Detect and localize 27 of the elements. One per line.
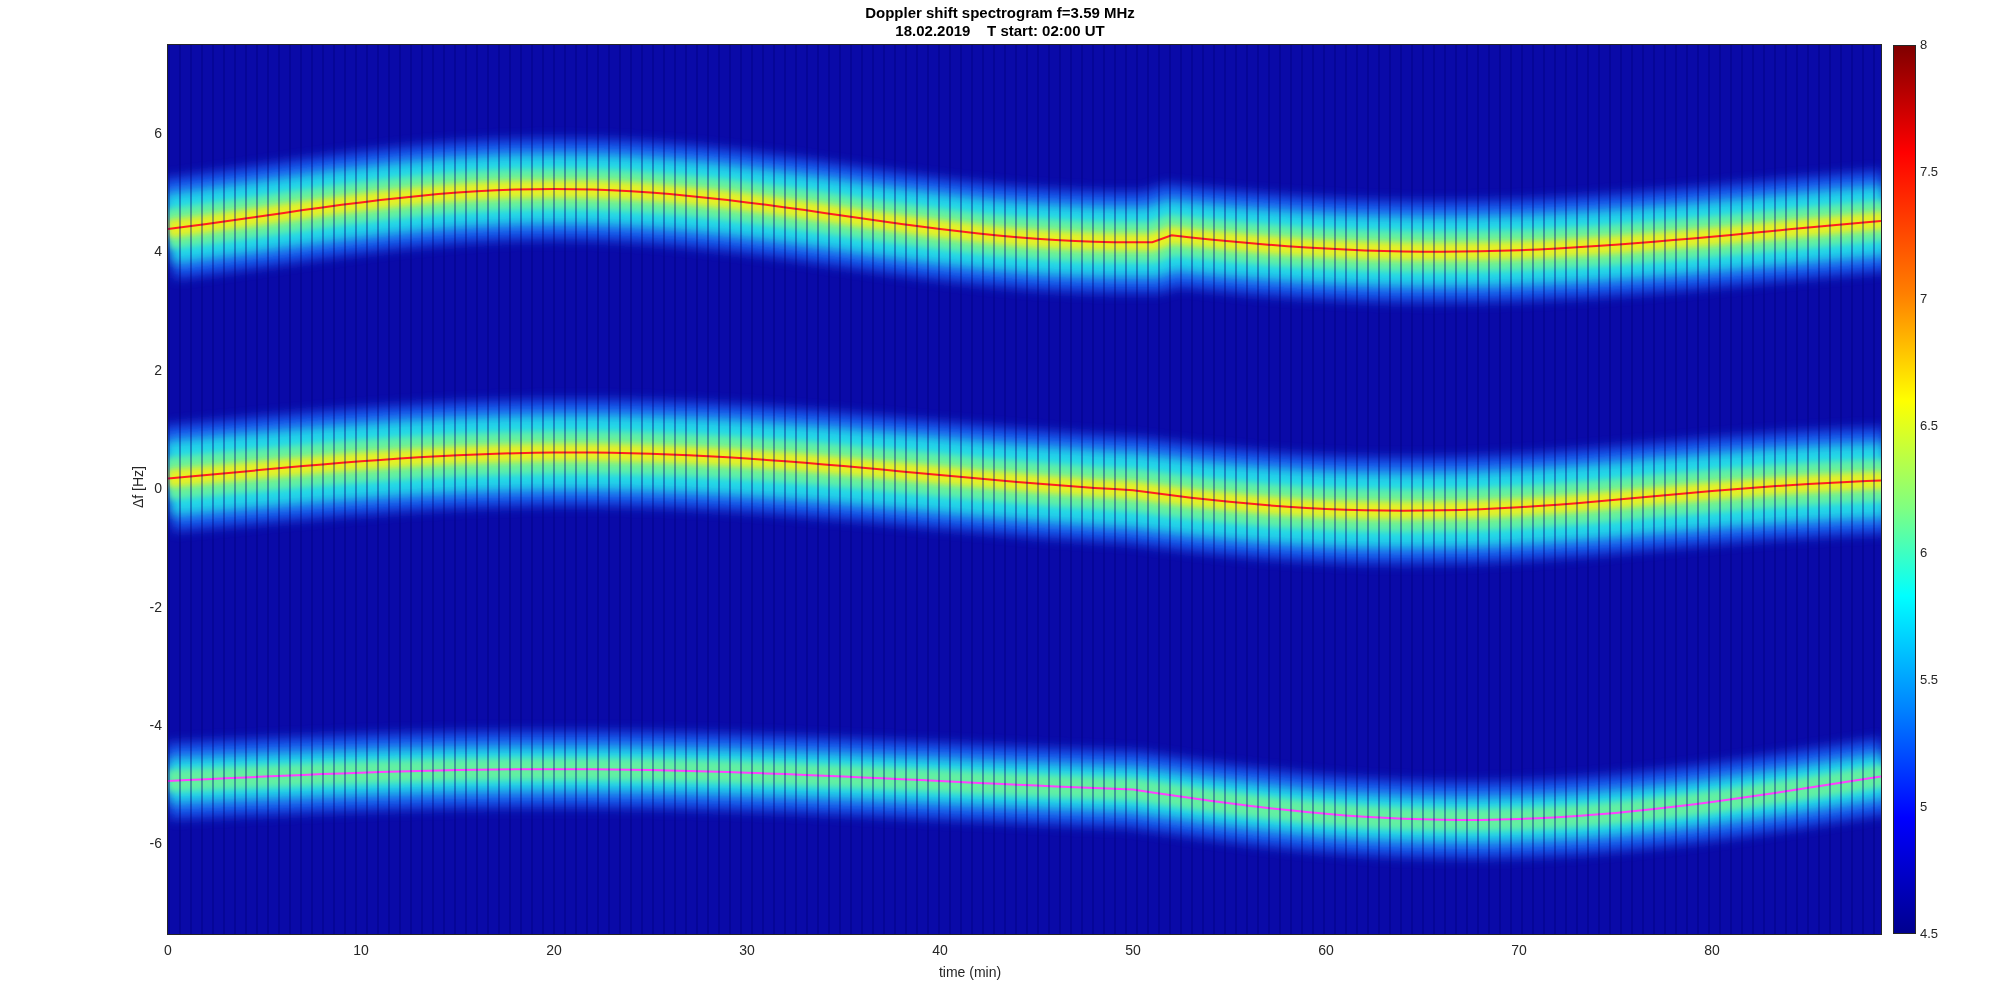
y-tick-label: -2	[148, 598, 162, 615]
colorbar-tick-label: 6	[1920, 545, 1928, 561]
colorbar-tick-label: 7.5	[1920, 164, 1939, 180]
y-axis-label: Δf [Hz]	[129, 465, 147, 510]
x-tick-label: 10	[352, 941, 370, 960]
x-tick-label: 50	[1124, 941, 1142, 960]
y-tick-label: 2	[153, 361, 162, 378]
x-tick-label: 30	[738, 941, 756, 960]
y-tick-label: 4	[153, 243, 162, 260]
x-tick-label: 70	[1510, 941, 1528, 960]
chart-title: Doppler shift spectrogram f=3.59 MHz	[864, 3, 1136, 22]
x-tick-label: 0	[163, 941, 173, 960]
x-tick-label: 40	[931, 941, 949, 960]
x-tick-label: 60	[1317, 941, 1335, 960]
colorbar-tick-label: 5	[1920, 799, 1928, 815]
y-tick-label: 6	[153, 125, 162, 141]
y-tick-label: -4	[148, 717, 162, 733]
y-tick-label: -6	[148, 835, 162, 852]
chart-subtitle: 18.02.2019 T start: 02:00 UT	[894, 21, 1106, 40]
colorbar-tick-label: 7	[1920, 291, 1928, 307]
colorbar-tick-label: 8	[1920, 37, 1928, 53]
colorbar-tick-label: 4.5	[1920, 926, 1939, 942]
colorbar-tick-label: 6.5	[1920, 418, 1939, 434]
x-tick-label: 20	[545, 941, 563, 960]
x-axis-label: time (min)	[937, 963, 1003, 982]
x-tick-label: 80	[1703, 941, 1721, 960]
colorbar-tick-label: 5.5	[1920, 672, 1939, 688]
